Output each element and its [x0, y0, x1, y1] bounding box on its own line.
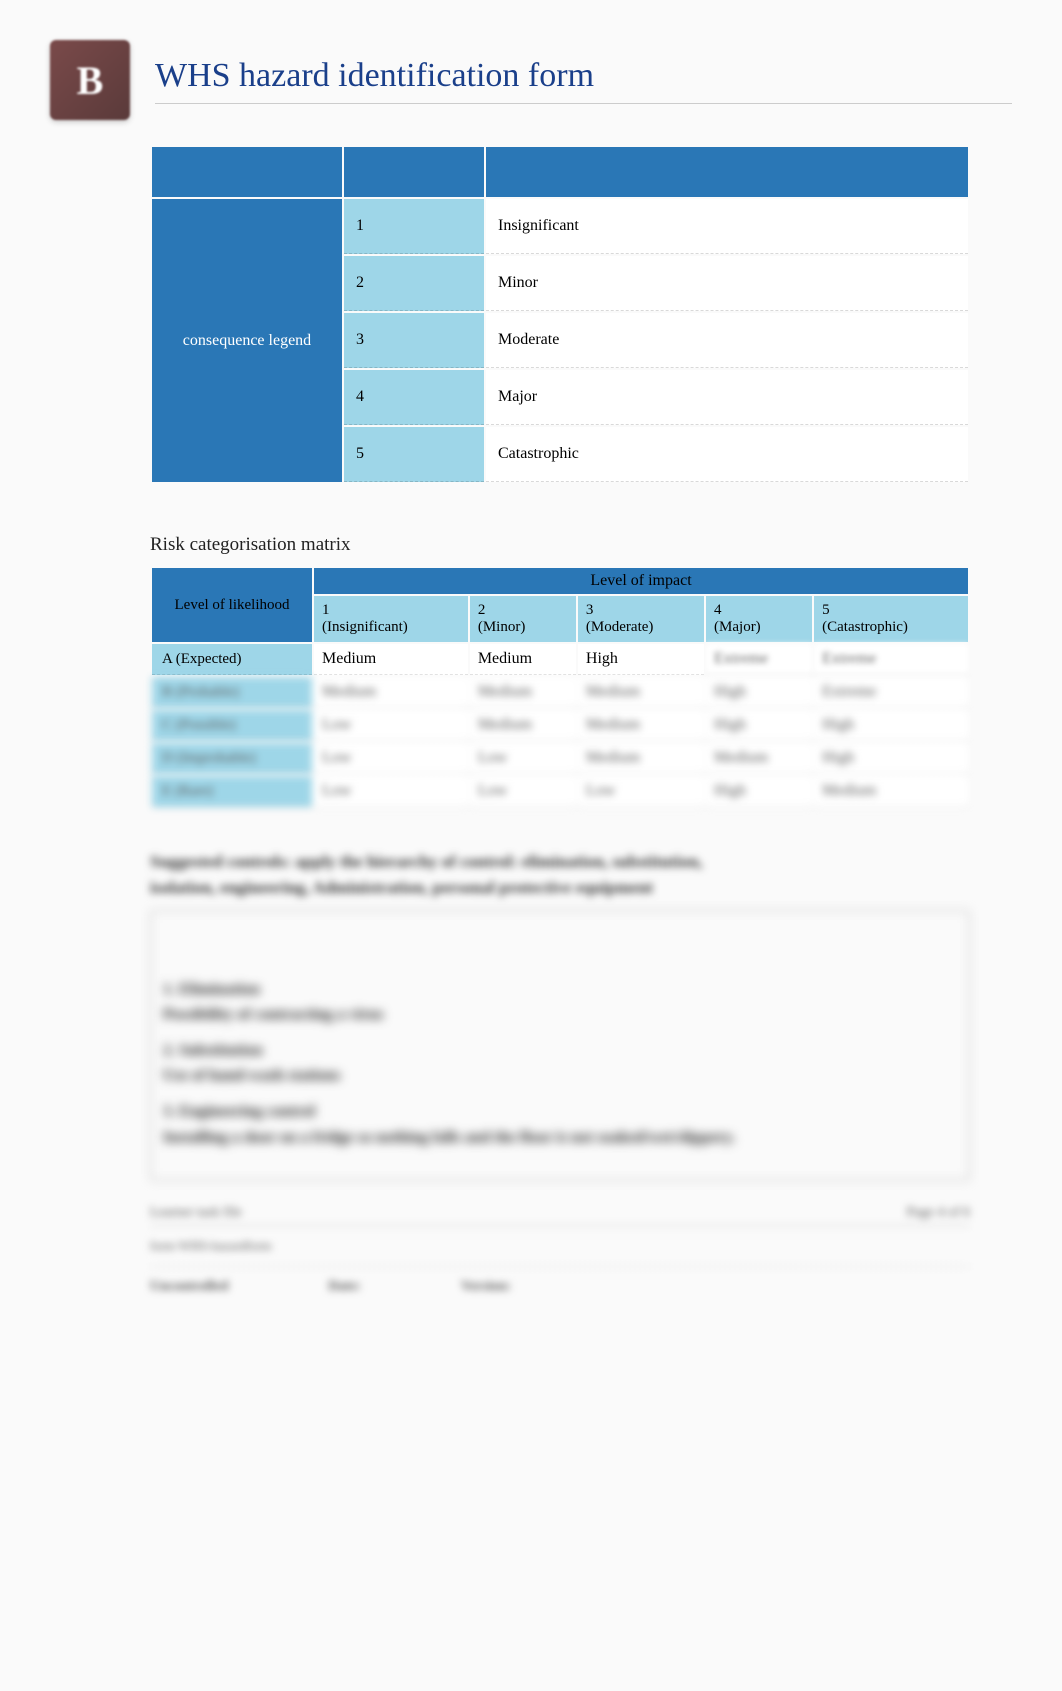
footer-form-name: form WHS-hazardform [150, 1226, 970, 1267]
consequence-legend-table: consequence legend 1 Insignificant 2 Min… [150, 145, 970, 484]
footer-date: Date: [328, 1279, 361, 1295]
matrix-row: B (Probable) Medium Medium Medium High E… [152, 677, 968, 708]
risk-matrix-table: Level of likelihood Level of impact 1(In… [150, 566, 970, 809]
likelihood-header: Level of likelihood [152, 568, 312, 642]
conseq-desc: Major [486, 370, 968, 425]
impact-col: 1(Insignificant) [314, 596, 468, 642]
conseq-desc: Minor [486, 256, 968, 311]
matrix-title: Risk categorisation matrix [150, 534, 970, 556]
conseq-desc: Moderate [486, 313, 968, 368]
conseq-num: 4 [344, 370, 484, 425]
conseq-num: 2 [344, 256, 484, 311]
impact-col: 5(Catastrophic) [814, 596, 968, 642]
footer-page: Page 4 of 6 [907, 1205, 970, 1221]
footer-uncontrolled: Uncontrolled [150, 1279, 228, 1295]
page-title: WHS hazard identification form [155, 57, 1012, 95]
impact-col: 2(Minor) [470, 596, 576, 642]
conseq-num: 1 [344, 199, 484, 254]
matrix-row: D (Improbable) Low Low Medium Medium Hig… [152, 743, 968, 774]
conseq-num: 3 [344, 313, 484, 368]
app-logo: B [50, 40, 130, 120]
matrix-row: A (Expected) Medium Medium High Extreme … [152, 644, 968, 675]
conseq-num: 5 [344, 427, 484, 482]
impact-header: Level of impact [314, 568, 968, 594]
page-footer: Learner task file Page 4 of 6 form WHS-h… [150, 1201, 970, 1307]
controls-prompt: Suggested controls: apply the hierarchy … [150, 849, 970, 900]
impact-col: 3(Moderate) [578, 596, 704, 642]
consequence-legend-label: consequence legend [152, 199, 342, 482]
controls-response-box: 1. EliminationPossibility of contracting… [150, 910, 970, 1181]
conseq-desc: Catastrophic [486, 427, 968, 482]
matrix-row: C (Possible) Low Medium Medium High High [152, 710, 968, 741]
footer-version: Version: [461, 1279, 511, 1295]
conseq-desc: Insignificant [486, 199, 968, 254]
impact-col: 4(Major) [706, 596, 812, 642]
footer-left: Learner task file [150, 1205, 242, 1221]
matrix-row: E (Rare) Low Low Low High Medium [152, 776, 968, 807]
